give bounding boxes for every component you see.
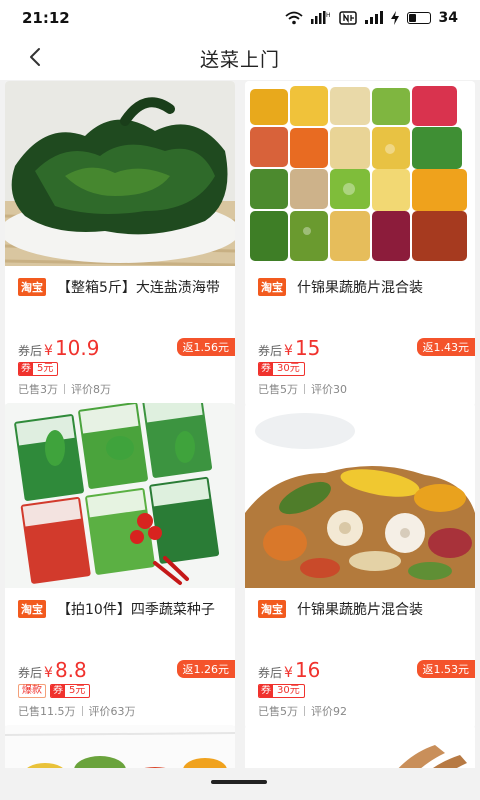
status-time: 21:12 bbox=[22, 9, 70, 27]
svg-text:HD: HD bbox=[326, 12, 331, 19]
divider bbox=[304, 384, 305, 394]
battery-icon bbox=[406, 12, 431, 24]
nfc-icon bbox=[338, 11, 357, 25]
stats-row: 已售11.5万 评价63万 bbox=[5, 703, 235, 719]
review-count: 评价63万 bbox=[88, 705, 136, 718]
price-prefix: 券后 bbox=[258, 344, 283, 358]
taobao-badge: 淘宝 bbox=[18, 600, 46, 618]
review-count: 评价8万 bbox=[71, 383, 111, 396]
product-price: 16 bbox=[294, 658, 321, 682]
product-card[interactable]: 淘宝 什锦果蔬脆片混合装 券后 ¥ 15 返1.43元 券 30元 已售5万 评价… bbox=[245, 81, 475, 407]
home-indicator[interactable] bbox=[211, 780, 267, 784]
badges-row: 爆款 券 5元 bbox=[5, 684, 235, 700]
hot-badge: 爆款 bbox=[18, 684, 46, 698]
divider bbox=[64, 384, 65, 394]
price-prefix: 券后 bbox=[18, 344, 43, 358]
coupon-value: 30元 bbox=[277, 363, 300, 374]
charging-icon bbox=[390, 11, 399, 25]
sold-count: 已售3万 bbox=[18, 383, 58, 396]
product-title: 【整箱5斤】大连盐渍海带 bbox=[57, 280, 220, 296]
sold-count: 已售5万 bbox=[258, 705, 298, 718]
product-card[interactable]: 淘宝 什锦果蔬脆片混合装 券后 ¥ 16 返1.53元 券 30元 已售5万 评价… bbox=[245, 403, 475, 729]
product-title-row: 淘宝 什锦果蔬脆片混合装 bbox=[245, 588, 475, 618]
coupon-badge: 券 30元 bbox=[258, 684, 305, 698]
review-count: 评价30 bbox=[311, 383, 347, 396]
rebate-badge: 返1.56元 bbox=[176, 338, 235, 356]
product-image bbox=[5, 725, 235, 768]
battery-level bbox=[408, 14, 416, 22]
wifi-icon bbox=[284, 11, 303, 25]
product-price: 10.9 bbox=[54, 336, 100, 360]
coupon-badge: 券 5元 bbox=[18, 362, 59, 376]
rebate-badge: 返1.26元 bbox=[176, 660, 235, 678]
product-price: 15 bbox=[294, 336, 321, 360]
taobao-badge: 淘宝 bbox=[258, 278, 286, 296]
currency-symbol: ¥ bbox=[284, 665, 293, 681]
cell-signal-icon bbox=[364, 11, 383, 24]
taobao-badge: 淘宝 bbox=[18, 278, 46, 296]
product-card[interactable]: 淘宝 【整箱5斤】大连盐渍海带 券后 ¥ 10.9 返1.56元 券 5元 已售3… bbox=[5, 81, 235, 407]
price-row: 券后 ¥ 10.9 返1.56元 bbox=[5, 336, 235, 360]
product-image bbox=[245, 81, 475, 266]
price-row: 券后 ¥ 16 返1.53元 bbox=[245, 658, 475, 682]
product-price: 8.8 bbox=[54, 658, 87, 682]
stats-row: 已售5万 评价30 bbox=[245, 381, 475, 397]
coupon-tag: 券 bbox=[259, 685, 273, 697]
product-card[interactable] bbox=[5, 725, 235, 768]
status-bar: 21:12 HD 34 bbox=[0, 0, 480, 36]
product-title-row: 淘宝 【拍10件】四季蔬菜种子 bbox=[5, 588, 235, 618]
system-nav-bar bbox=[0, 768, 480, 800]
product-image bbox=[5, 403, 235, 588]
price-row: 券后 ¥ 8.8 返1.26元 bbox=[5, 658, 235, 682]
price-prefix: 券后 bbox=[18, 666, 43, 680]
coupon-tag: 券 bbox=[51, 685, 65, 697]
sold-count: 已售11.5万 bbox=[18, 705, 76, 718]
stats-row: 已售5万 评价92 bbox=[245, 703, 475, 719]
price-row: 券后 ¥ 15 返1.43元 bbox=[245, 336, 475, 360]
divider bbox=[81, 706, 83, 716]
product-image bbox=[5, 81, 235, 266]
currency-symbol: ¥ bbox=[44, 343, 53, 359]
product-title-row: 淘宝 什锦果蔬脆片混合装 bbox=[245, 266, 475, 296]
badges-row: 券 5元 bbox=[5, 362, 235, 378]
taobao-badge: 淘宝 bbox=[258, 600, 286, 618]
currency-symbol: ¥ bbox=[284, 343, 293, 359]
battery-percent: 34 bbox=[438, 10, 458, 26]
sold-count: 已售5万 bbox=[258, 383, 298, 396]
status-icons: HD 34 bbox=[284, 10, 458, 26]
badges-row: 券 30元 bbox=[245, 684, 475, 700]
product-card[interactable] bbox=[245, 725, 475, 768]
price-prefix: 券后 bbox=[258, 666, 283, 680]
product-image bbox=[245, 725, 475, 768]
coupon-value: 5元 bbox=[37, 363, 54, 374]
coupon-tag: 券 bbox=[19, 363, 33, 375]
review-count: 评价92 bbox=[311, 705, 347, 718]
coupon-value: 5元 bbox=[69, 685, 86, 696]
coupon-tag: 券 bbox=[259, 363, 273, 375]
product-image bbox=[245, 403, 475, 588]
currency-symbol: ¥ bbox=[44, 665, 53, 681]
product-card[interactable]: 淘宝 【拍10件】四季蔬菜种子 券后 ¥ 8.8 返1.26元 爆款 券 5元 已… bbox=[5, 403, 235, 729]
product-title: 什锦果蔬脆片混合装 bbox=[297, 602, 423, 618]
rebate-badge: 返1.53元 bbox=[416, 660, 475, 678]
page-title: 送菜上门 bbox=[199, 48, 280, 71]
hd-signal-icon: HD bbox=[310, 11, 331, 24]
coupon-badge: 券 30元 bbox=[258, 362, 305, 376]
badges-row: 券 30元 bbox=[245, 362, 475, 378]
header: 送菜上门 bbox=[0, 36, 480, 80]
chevron-left-icon bbox=[30, 48, 40, 66]
coupon-value: 30元 bbox=[277, 685, 300, 696]
product-grid[interactable]: 淘宝 【整箱5斤】大连盐渍海带 券后 ¥ 10.9 返1.56元 券 5元 已售3… bbox=[0, 80, 480, 768]
rebate-badge: 返1.43元 bbox=[416, 338, 475, 356]
product-title-row: 淘宝 【整箱5斤】大连盐渍海带 bbox=[5, 266, 235, 296]
back-button[interactable] bbox=[22, 44, 48, 70]
stats-row: 已售3万 评价8万 bbox=[5, 381, 235, 397]
product-title: 【拍10件】四季蔬菜种子 bbox=[57, 602, 215, 618]
coupon-badge: 券 5元 bbox=[50, 684, 91, 698]
divider bbox=[304, 706, 305, 716]
product-title: 什锦果蔬脆片混合装 bbox=[297, 280, 423, 296]
